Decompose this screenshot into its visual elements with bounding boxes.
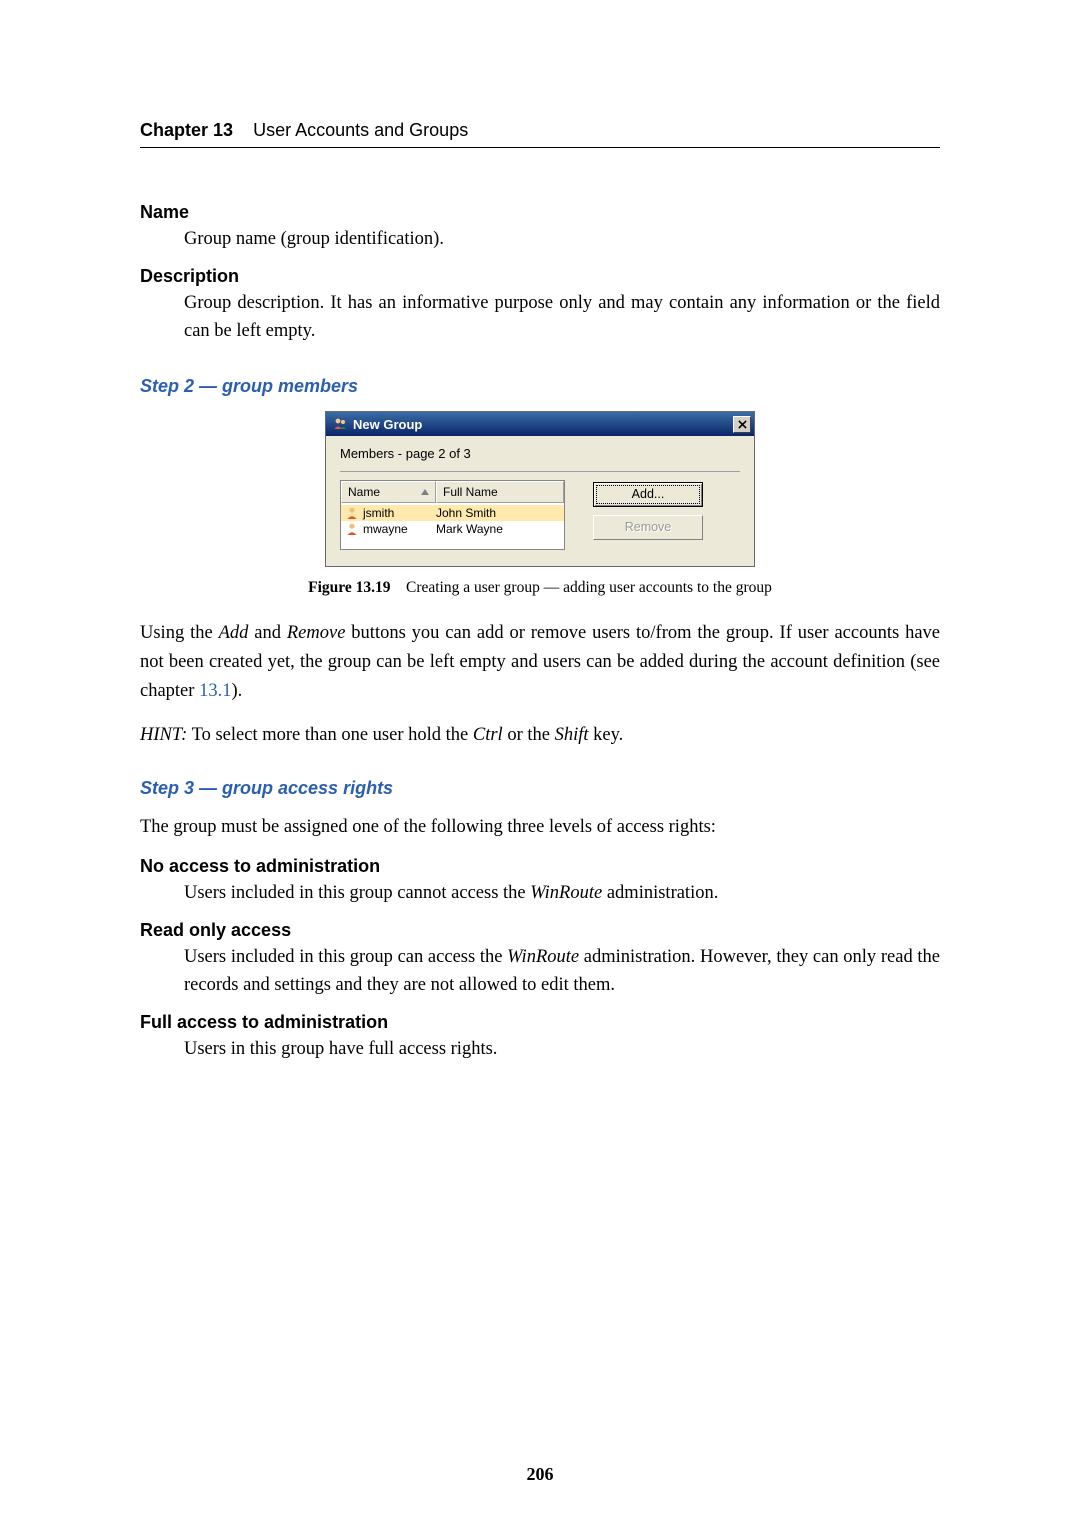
term-description: Description	[140, 266, 940, 287]
def-name: Group name (group identification).	[184, 225, 940, 254]
user-icon	[345, 522, 359, 536]
chapter-title: User Accounts and Groups	[253, 120, 468, 140]
cell-username: mwayne	[363, 522, 408, 536]
cell-fullname: Mark Wayne	[436, 522, 560, 536]
col-header-fullname[interactable]: Full Name	[436, 481, 564, 503]
chapter-label: Chapter 13	[140, 120, 233, 140]
chapter-header: Chapter 13 User Accounts and Groups	[140, 120, 940, 148]
term-full-access: Full access to administration	[140, 1012, 940, 1033]
dialog-title: New Group	[353, 417, 733, 432]
chapter-link[interactable]: 13.1	[199, 681, 231, 701]
step2-paragraph-hint: HINT: To select more than one user hold …	[140, 721, 940, 750]
step3-heading: Step 3 — group access rights	[140, 778, 940, 799]
user-icon	[345, 506, 359, 520]
col-header-name[interactable]: Name	[341, 481, 436, 503]
def-no-access: Users included in this group cannot acce…	[184, 879, 940, 908]
def-description: Group description. It has an informative…	[184, 289, 940, 346]
dialog-subtitle: Members - page 2 of 3	[340, 444, 740, 472]
figure-caption: Figure 13.19 Creating a user group — add…	[140, 579, 940, 597]
figure-wrapper: New Group Members - page 2 of 3 Name	[140, 411, 940, 567]
cell-username: jsmith	[363, 506, 394, 520]
listview-header: Name Full Name	[341, 481, 564, 503]
cell-fullname: John Smith	[436, 506, 560, 520]
term-read-only: Read only access	[140, 920, 940, 941]
list-item[interactable]: jsmith John Smith	[341, 505, 564, 521]
term-no-access: No access to administration	[140, 856, 940, 877]
step3-intro: The group must be assigned one of the fo…	[140, 813, 940, 842]
def-read-only: Users included in this group can access …	[184, 943, 940, 1000]
def-full-access: Users in this group have full access rig…	[184, 1035, 940, 1064]
remove-button[interactable]: Remove	[593, 515, 703, 540]
page-number: 206	[0, 1464, 1080, 1485]
step2-heading: Step 2 — group members	[140, 376, 940, 397]
close-button[interactable]	[733, 416, 751, 433]
add-button[interactable]: Add...	[593, 482, 703, 507]
term-name: Name	[140, 202, 940, 223]
step2-paragraph-1: Using the Add and Remove buttons you can…	[140, 619, 940, 707]
group-icon	[332, 416, 348, 432]
dialog-titlebar[interactable]: New Group	[326, 412, 754, 436]
list-item[interactable]: mwayne Mark Wayne	[341, 521, 564, 537]
sort-asc-icon	[421, 489, 429, 495]
dialog-new-group: New Group Members - page 2 of 3 Name	[325, 411, 755, 567]
members-listview[interactable]: Name Full Name	[340, 480, 565, 550]
